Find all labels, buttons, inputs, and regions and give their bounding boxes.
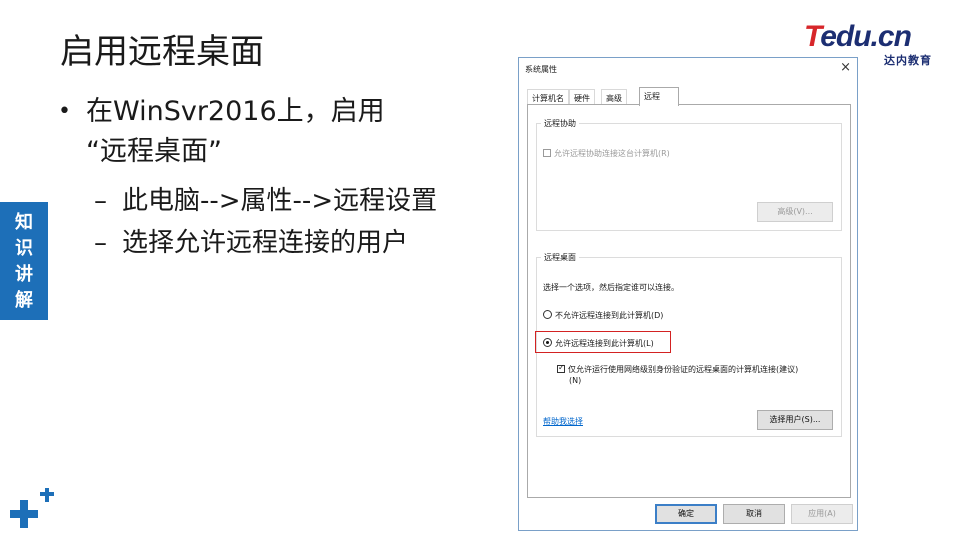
checkbox-label: 仅允许运行使用网络级别身份验证的远程桌面的计算机连接(建议) — [568, 365, 799, 374]
side-tab-char: 知 — [15, 212, 33, 233]
sub-bullet-text: 选择允许远程连接的用户 — [122, 228, 409, 258]
plus-decoration-icon — [10, 488, 54, 528]
select-users-button[interactable]: 选择用户(S)... — [757, 410, 833, 430]
tab-remote[interactable]: 远程 — [639, 87, 679, 106]
help-me-choose-link[interactable]: 帮助我选择 — [543, 416, 583, 427]
system-properties-dialog: 系统属性 × 计算机名 硬件 高级 远程 远程桌面 远程协助 允许远程协助连接这… — [518, 57, 858, 531]
group-legend: 远程桌面 — [541, 252, 579, 263]
sub-bullet-item: – 此电脑-->属性-->远程设置 — [58, 182, 478, 220]
radio-icon — [543, 310, 552, 319]
checkbox-label: 允许远程协助连接这台计算机(R) — [554, 149, 670, 158]
close-icon[interactable]: × — [840, 61, 851, 75]
checkbox-icon — [543, 149, 551, 157]
radio-selected-icon — [543, 338, 552, 347]
dialog-titlebar[interactable]: 系统属性 × — [519, 58, 857, 80]
side-tab-char: 解 — [15, 290, 33, 311]
bullet-item: • 在WinSvr2016上，启用 “远程桌面” — [58, 92, 478, 172]
allow-remote-assistance-checkbox[interactable]: 允许远程协助连接这台计算机(R) — [543, 148, 670, 159]
remote-desktop-prompt: 选择一个选项，然后指定谁可以连接。 — [543, 283, 679, 292]
checkbox-checked-icon — [557, 363, 565, 373]
remote-assistance-group: 远程桌面 远程协助 允许远程协助连接这台计算机(R) 高级(V)... — [536, 118, 842, 231]
advanced-button[interactable]: 高级(V)... — [757, 202, 833, 222]
bullet-text-cont: “远程桌面” — [86, 136, 222, 167]
nla-checkbox[interactable]: 仅允许运行使用网络级别身份验证的远程桌面的计算机连接(建议) — [557, 363, 799, 375]
dialog-title: 系统属性 — [525, 65, 557, 74]
tab-computer-name[interactable]: 计算机名 — [527, 89, 569, 105]
radio-label: 不允许远程连接到此计算机(D) — [555, 311, 664, 320]
tab-advanced[interactable]: 高级 — [601, 89, 627, 105]
sub-bullet-item: – 选择允许远程连接的用户 — [58, 224, 478, 262]
remote-desktop-group: 远程桌面 选择一个选项，然后指定谁可以连接。 不允许远程连接到此计算机(D) 允… — [535, 252, 842, 437]
allow-remote-radio[interactable]: 允许远程连接到此计算机(L) — [543, 338, 654, 349]
disallow-remote-radio[interactable]: 不允许远程连接到此计算机(D) — [543, 310, 663, 321]
logo-subtitle: 达内教育 — [884, 54, 932, 67]
side-tab-char: 讲 — [15, 264, 33, 285]
nla-checkbox-label-cont: (N) — [569, 376, 582, 385]
group-legend: 远程协助 — [541, 118, 579, 129]
bullet-icon: • — [58, 99, 71, 124]
side-tab-char: 识 — [15, 238, 33, 259]
remote-tab-panel: 远程桌面 远程协助 允许远程协助连接这台计算机(R) 高级(V)... 远程桌面… — [527, 104, 851, 498]
radio-label: 允许远程连接到此计算机(L) — [555, 339, 654, 348]
apply-button[interactable]: 应用(A) — [791, 504, 853, 524]
cancel-button[interactable]: 取消 — [723, 504, 785, 524]
tab-hardware[interactable]: 硬件 — [569, 89, 595, 105]
knowledge-side-tab: 知 识 讲 解 — [0, 202, 48, 320]
dash-icon: – — [94, 186, 107, 216]
dash-icon: – — [94, 228, 107, 258]
sub-bullet-text: 此电脑-->属性-->远程设置 — [122, 186, 438, 216]
logo-wordmark: Tedu.cn — [804, 20, 912, 53]
bullet-text: 在WinSvr2016上，启用 — [86, 96, 385, 127]
ok-button[interactable]: 确定 — [655, 504, 717, 524]
slide-title: 启用远程桌面 — [60, 32, 264, 72]
bullet-list: • 在WinSvr2016上，启用 “远程桌面” – 此电脑-->属性-->远程… — [58, 92, 478, 262]
